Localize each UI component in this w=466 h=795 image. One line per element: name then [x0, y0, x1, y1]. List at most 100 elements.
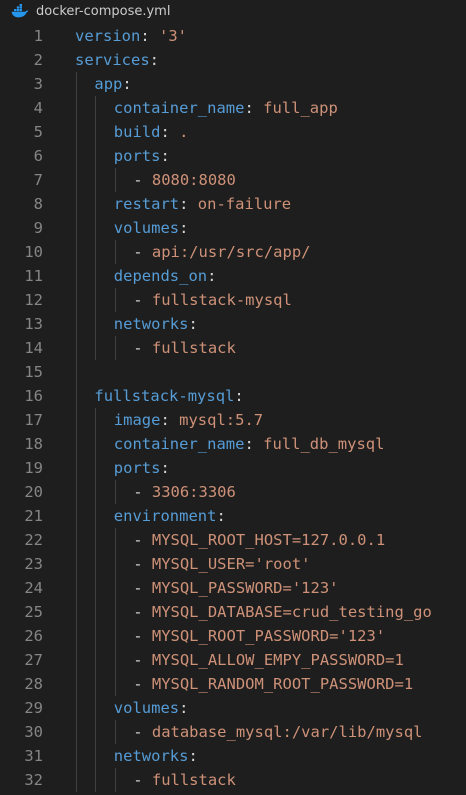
indent-guide	[95, 288, 97, 312]
code-line[interactable]: 4 container_name: full_app	[0, 96, 466, 120]
indent-guide	[95, 192, 97, 216]
code-text: build: .	[114, 120, 189, 144]
line-number: 22	[24, 531, 43, 549]
yaml-punctuation: :	[207, 267, 217, 285]
indent-guide	[95, 408, 97, 432]
code-text: - database_mysql:/var/lib/mysql	[133, 720, 422, 744]
line-number: 20	[24, 483, 43, 501]
code-text: container_name: full_app	[114, 96, 338, 120]
yaml-key: version	[75, 27, 141, 45]
code-text: services:	[75, 48, 159, 72]
yaml-key: networks	[113, 315, 189, 333]
line-number: 13	[24, 315, 43, 333]
code-line[interactable]: 13 networks:	[0, 312, 466, 336]
code-line[interactable]: 6 ports:	[0, 144, 466, 168]
indent-guide	[76, 216, 77, 240]
indent-guide	[114, 648, 116, 672]
code-line[interactable]: 9 volumes:	[0, 216, 466, 240]
code-line[interactable]: 1 version: '3'	[0, 24, 466, 48]
indent-guide	[95, 552, 97, 576]
indent-guide	[76, 96, 77, 120]
line-number: 11	[24, 267, 43, 285]
indent-guide	[95, 576, 97, 600]
code-line[interactable]: 19 ports:	[0, 456, 466, 480]
code-line[interactable]: 27 - MYSQL_ALLOW_EMPY_PASSWORD=1	[0, 648, 466, 672]
yaml-value: on-failure	[197, 195, 292, 213]
line-number: 6	[33, 147, 43, 165]
code-line[interactable]: 5 build: .	[0, 120, 466, 144]
indent-guide	[95, 456, 97, 480]
code-line[interactable]: 26 - MYSQL_ROOT_PASSWORD='123'	[0, 624, 466, 648]
indent-guide	[76, 456, 77, 480]
code-line[interactable]: 28 - MYSQL_RANDOM_ROOT_PASSWORD=1	[0, 672, 466, 696]
indent-guide	[95, 264, 97, 288]
yaml-key: container_name	[113, 435, 245, 453]
code-line[interactable]: 17 image: mysql:5.7	[0, 408, 466, 432]
code-line[interactable]: 30 - database_mysql:/var/lib/mysql	[0, 720, 466, 744]
code-line[interactable]: 32 - fullstack	[0, 768, 466, 792]
indent-guide	[76, 336, 77, 360]
line-number: 29	[24, 699, 43, 717]
code-line[interactable]: 7 - 8080:8080	[0, 168, 466, 192]
code-line[interactable]: 11 depends_on:	[0, 264, 466, 288]
yaml-punctuation: :	[234, 387, 244, 405]
code-line[interactable]: 20 - 3306:3306	[0, 480, 466, 504]
line-number: 16	[24, 387, 43, 405]
code-line[interactable]: 3 app:	[0, 72, 466, 96]
yaml-value: MYSQL_ROOT_PASSWORD='123'	[151, 627, 386, 645]
code-line[interactable]: 2 services:	[0, 48, 466, 72]
indent-guide	[76, 624, 77, 648]
code-editor[interactable]: 1 version: '3' 2 services: 3 app: 4 container_n…	[0, 24, 466, 795]
indent-guide	[76, 432, 77, 456]
tab-title: docker-compose.yml	[36, 3, 171, 19]
code-text: environment:	[114, 504, 226, 528]
code-line[interactable]: 29 volumes:	[0, 696, 466, 720]
code-line[interactable]: 31 networks:	[0, 744, 466, 768]
yaml-punctuation: -	[133, 555, 152, 573]
indent-guide	[76, 672, 77, 696]
indent-guide	[114, 672, 116, 696]
line-number: 17	[24, 411, 43, 429]
code-line[interactable]: 25 - MYSQL_DATABASE=crud_testing_go	[0, 600, 466, 624]
yaml-key: networks	[113, 747, 189, 765]
indent-guide	[76, 168, 77, 192]
editor-tab[interactable]: docker-compose.yml	[0, 0, 466, 22]
yaml-punctuation: -	[133, 243, 152, 261]
code-line[interactable]: 8 restart: on-failure	[0, 192, 466, 216]
code-text: volumes:	[114, 696, 189, 720]
yaml-punctuation: -	[133, 171, 152, 189]
yaml-value: .	[179, 123, 189, 141]
code-line[interactable]: 16 fullstack-mysql:	[0, 384, 466, 408]
code-line[interactable]: 18 container_name: full_db_mysql	[0, 432, 466, 456]
yaml-value: database_mysql:/var/lib/mysql	[151, 723, 423, 741]
indent-guide	[114, 624, 116, 648]
line-number: 1	[33, 27, 43, 45]
code-line[interactable]: 21 environment:	[0, 504, 466, 528]
indent-guide	[95, 768, 97, 792]
yaml-punctuation: -	[133, 339, 152, 357]
code-line[interactable]: 23 - MYSQL_USER='root'	[0, 552, 466, 576]
indent-guide	[114, 768, 116, 792]
indent-guide	[76, 288, 77, 312]
code-line[interactable]: 15	[0, 360, 466, 384]
yaml-key: ports	[113, 459, 161, 477]
code-text: ports:	[114, 144, 170, 168]
line-number: 9	[33, 219, 43, 237]
yaml-value: fullstack	[151, 339, 236, 357]
code-line[interactable]: 10 - api:/usr/src/app/	[0, 240, 466, 264]
code-text: - api:/usr/src/app/	[133, 240, 310, 264]
line-number: 7	[33, 171, 43, 189]
yaml-key: restart	[113, 195, 180, 213]
indent-guide	[95, 96, 97, 120]
yaml-punctuation: :	[160, 147, 170, 165]
indent-guide	[76, 312, 77, 336]
line-number: 26	[24, 627, 43, 645]
indent-guide	[76, 144, 77, 168]
code-line[interactable]: 12 - fullstack-mysql	[0, 288, 466, 312]
code-text: - MYSQL_ROOT_PASSWORD='123'	[133, 624, 385, 648]
code-line[interactable]: 14 - fullstack	[0, 336, 466, 360]
code-line[interactable]: 24 - MYSQL_PASSWORD='123'	[0, 576, 466, 600]
yaml-punctuation: :	[179, 699, 189, 717]
yaml-value: MYSQL_ALLOW_EMPY_PASSWORD=1	[151, 651, 404, 669]
code-line[interactable]: 22 - MYSQL_ROOT_HOST=127.0.0.1	[0, 528, 466, 552]
